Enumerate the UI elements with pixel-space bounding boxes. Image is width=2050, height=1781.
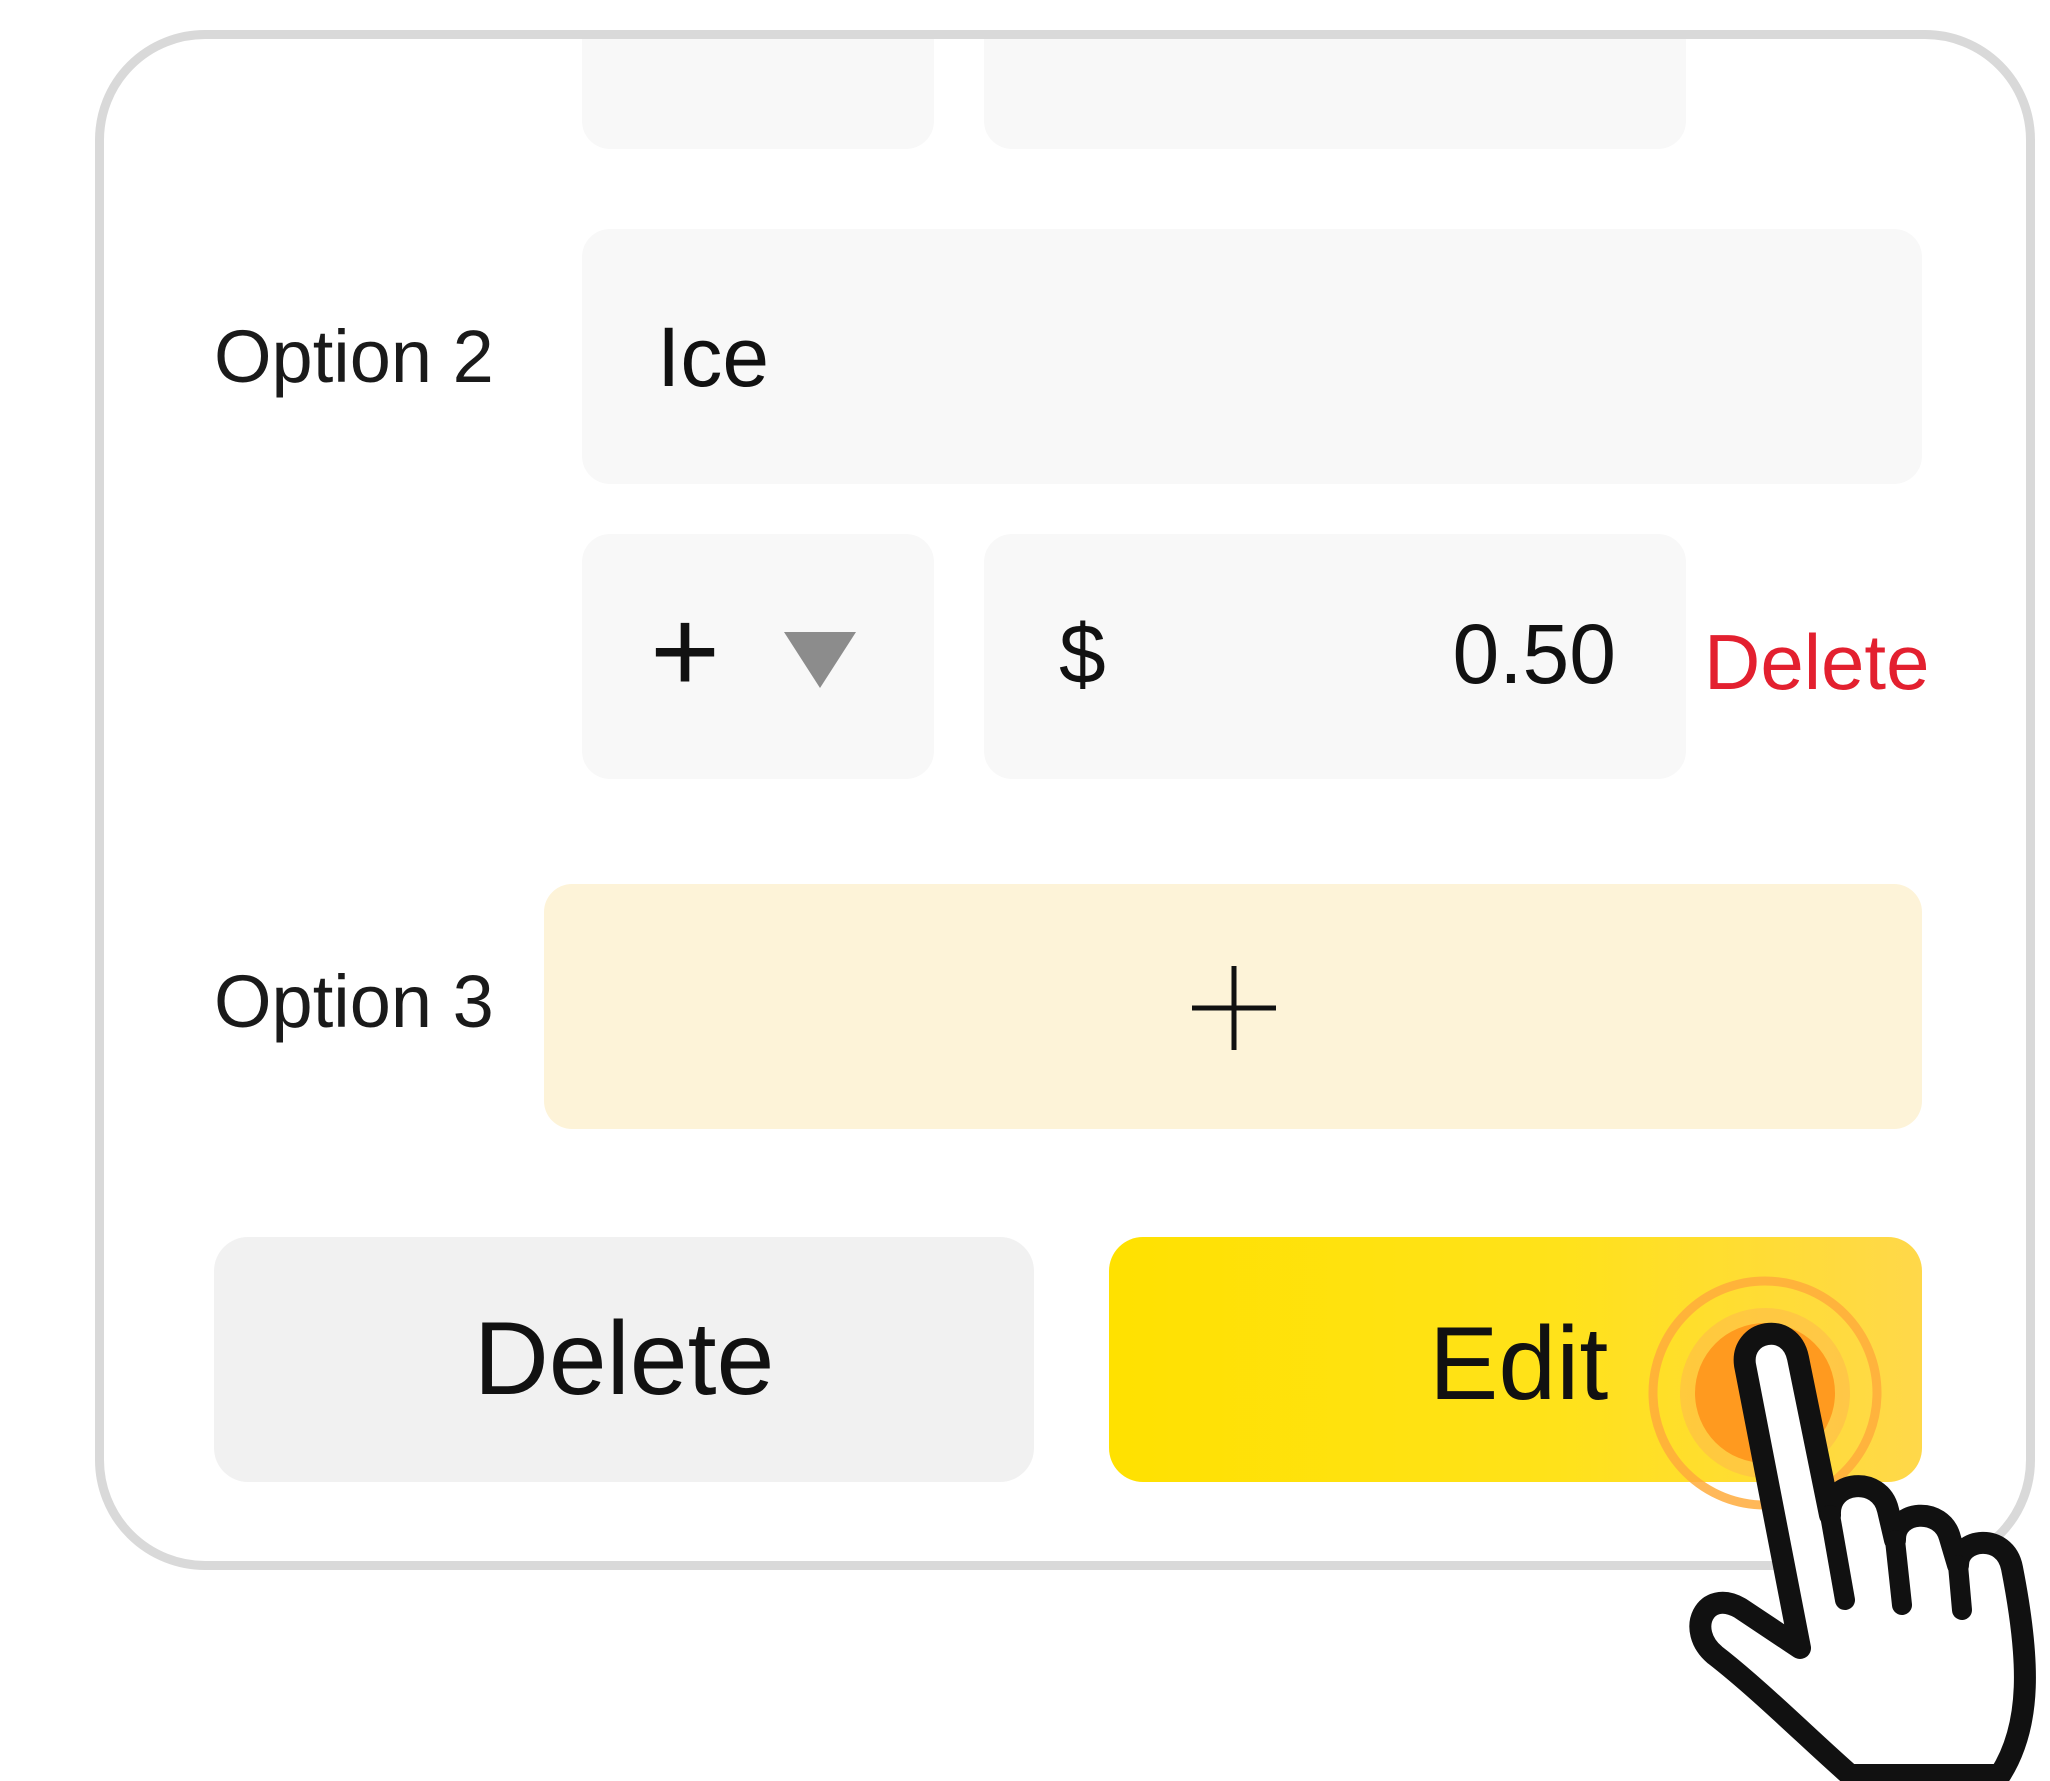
price-value: 0.50 bbox=[1452, 607, 1617, 701]
option-3-add-button[interactable] bbox=[544, 884, 1922, 1129]
delete-button-label: Delete bbox=[473, 1301, 775, 1417]
option-3-label: Option 3 bbox=[214, 960, 494, 1043]
option-2-name-value: Ice bbox=[657, 310, 770, 404]
previous-price-input[interactable] bbox=[984, 39, 1686, 149]
currency-symbol: $ bbox=[1059, 607, 1106, 701]
edit-button-label: Edit bbox=[1429, 1306, 1609, 1422]
tap-indicator-icon bbox=[1648, 1276, 1882, 1510]
operator-value: + bbox=[650, 584, 721, 718]
option-2-delete-link[interactable]: Delete bbox=[1704, 617, 1929, 708]
option-2-name-input[interactable]: Ice bbox=[582, 229, 1922, 484]
previous-operator-select[interactable] bbox=[582, 39, 934, 149]
chevron-down-icon bbox=[784, 632, 856, 688]
option-2-operator-select[interactable]: + bbox=[582, 534, 934, 779]
plus-icon bbox=[1192, 966, 1276, 1050]
delete-button[interactable]: Delete bbox=[214, 1237, 1034, 1482]
option-2-price-input[interactable]: $ 0.50 bbox=[984, 534, 1686, 779]
option-2-label: Option 2 bbox=[214, 315, 494, 398]
